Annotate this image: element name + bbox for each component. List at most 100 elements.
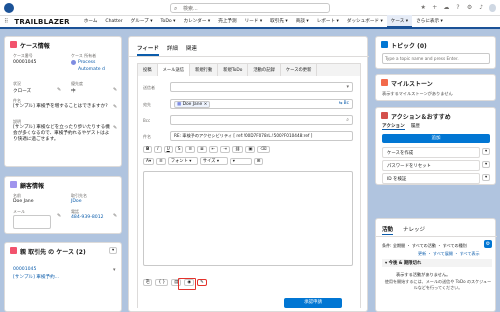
rte-font-row: A▾ ≡ フォント ▾ サイズ ▾ ▾ ⊞ (143, 157, 264, 165)
nav-item-chatter[interactable]: Chatter (101, 15, 126, 28)
tab-actions[interactable]: アクション (382, 123, 405, 130)
signature-pen-icon[interactable]: ✎ (197, 279, 207, 286)
app-launcher-icon[interactable]: ⠿ (4, 18, 8, 25)
case-owner-link[interactable]: Process Automate d (78, 59, 108, 73)
topics-card: トピック (0) Type a topic name and press Ent… (375, 36, 496, 69)
nav-item-opportunities[interactable]: 商談 ▾ (292, 15, 313, 28)
tab-related[interactable]: 関連 (186, 44, 197, 56)
nav-item-forecast[interactable]: 売上予測 (214, 15, 240, 28)
topic-input[interactable]: Type a topic name and press Enter. (382, 53, 490, 64)
to-recipient-pill[interactable]: ■ Doe Jane × (174, 100, 211, 108)
edit-description-icon[interactable]: ✎ (113, 125, 117, 131)
email-composer: 送信者 ▾ 宛先 ■ Doe Jane × ⇆ Bc Bcc ⌕ 件名 RE: … (138, 76, 360, 308)
image-icon[interactable]: ▣ (245, 146, 256, 153)
subject-label: 件名 (143, 134, 151, 139)
add-button[interactable]: 追加 (382, 134, 490, 143)
contact-icon: ■ (177, 101, 182, 107)
nav-item-leads[interactable]: リード ▾ (241, 15, 267, 28)
edit-phone-icon[interactable]: ✎ (113, 213, 117, 219)
action-create-case[interactable]: ケースを作成 (382, 147, 480, 158)
bold-icon[interactable]: B (143, 146, 153, 153)
tab-details[interactable]: 詳細 (167, 44, 178, 56)
link-icon[interactable]: ⛓ (231, 146, 244, 153)
help-icon[interactable]: ? (455, 4, 462, 12)
milestones-card: マイルストーン 表示するマイルストーンがありません (375, 74, 496, 101)
case-number-value: 00001045 (13, 60, 37, 65)
action-create-case-menu[interactable]: ▾ (482, 148, 491, 155)
filter-icon[interactable]: ⚙ (484, 240, 492, 248)
attach-icon[interactable]: ⎘ (143, 279, 153, 286)
nav-item-reports[interactable]: レポート ▾ (313, 15, 343, 28)
size-select[interactable]: サイズ ▾ (199, 157, 228, 165)
bell-icon[interactable]: ♪ (478, 4, 485, 12)
action-verify-id[interactable]: ID を検証 (382, 173, 480, 184)
activity-divider (376, 236, 497, 237)
to-field[interactable]: ■ Doe Jane × ⇆ Bc (170, 99, 353, 109)
header-utility-icons: ★ + ☁ ? ⚙ ♪ (420, 3, 496, 13)
email-field[interactable] (13, 215, 51, 229)
record-tabs: フィード 詳細 関連 (137, 44, 197, 56)
bcc-label: Bcc (143, 118, 151, 123)
from-select[interactable]: ▾ (170, 82, 353, 92)
nav-item-accounts[interactable]: 取引先 ▾ (266, 15, 292, 28)
font-select[interactable]: フォント ▾ (167, 157, 198, 165)
gear-icon[interactable]: ⚙ (466, 4, 473, 12)
nav-item-todo[interactable]: ToDo ▾ (157, 15, 180, 28)
email-body-editor[interactable] (143, 171, 353, 266)
italic-icon[interactable]: I (154, 146, 162, 153)
add-icon[interactable]: + (432, 4, 439, 12)
indent-icon[interactable]: ⇥ (220, 146, 230, 153)
row-action-icon[interactable]: ▾ (113, 267, 116, 273)
avatar[interactable] (489, 4, 496, 12)
nav-item-more[interactable]: さらに表示 ▾ (412, 15, 447, 28)
upcoming-section[interactable]: ▾ 今後 & 期限切れ (382, 259, 492, 267)
send-button[interactable]: 承認申請 (284, 298, 342, 308)
merge-field-icon[interactable]: { } (155, 279, 169, 286)
related-cases-menu[interactable]: ▾ (109, 247, 118, 254)
related-case-number[interactable]: 00001045 (13, 267, 36, 272)
app-logo[interactable] (4, 3, 14, 13)
font-color-icon[interactable]: A▾ (143, 157, 155, 165)
action-reset-password[interactable]: パスワードをリセット (382, 160, 480, 171)
action-verify-id-menu[interactable]: ▾ (482, 174, 491, 181)
favorites-icon[interactable]: ★ (420, 4, 427, 12)
align-left-icon[interactable]: ≡ (156, 157, 166, 165)
tab-history[interactable]: 履歴 (411, 123, 420, 130)
trailhead-icon[interactable]: ☁ (443, 4, 450, 12)
phone-link[interactable]: 484-939-8012 (71, 215, 104, 220)
edit-priority-icon[interactable]: ✎ (113, 87, 117, 93)
nav-item-home[interactable]: ホーム (80, 15, 102, 28)
chevron-down-icon: ▾ (346, 84, 349, 90)
action-reset-password-menu[interactable]: ▾ (482, 161, 491, 168)
activity-filter: 条件: 全期間 ・ すべての活動 ・ すべての種別 (382, 243, 467, 248)
related-case-subject[interactable]: [サンプル] 車検予約... (13, 274, 59, 280)
nav-item-groups[interactable]: グループ ▾ (127, 15, 157, 28)
strikethrough-icon[interactable]: S (174, 146, 184, 153)
style-select[interactable]: ▾ (229, 157, 252, 165)
nav-item-dashboards[interactable]: ダッシュボード ▾ (343, 15, 387, 28)
contact-link[interactable]: JDoe (71, 199, 82, 204)
nav-item-calendar[interactable]: カレンダー ▾ (179, 15, 214, 28)
edit-status-icon[interactable]: ✎ (57, 87, 61, 93)
cc-bcc-link[interactable]: ⇆ Bc (339, 101, 349, 106)
search-placeholder: 検索... (183, 6, 198, 12)
nav-item-cases[interactable]: ケース ▾ (386, 15, 413, 28)
tab-activity[interactable]: 活動 (382, 225, 394, 235)
tab-feed[interactable]: フィード (137, 44, 159, 56)
bullet-list-icon[interactable]: ≡ (185, 146, 196, 153)
activity-links[interactable]: 更新 ・ すべて展開 ・ すべて表示 (418, 251, 480, 257)
table-icon[interactable]: ⊞ (253, 157, 264, 165)
clear-format-icon[interactable]: ⌫ (257, 146, 270, 153)
numbered-list-icon[interactable]: ≣ (197, 146, 207, 153)
tabs-divider (129, 56, 369, 57)
edit-email-icon[interactable]: ✎ (57, 213, 61, 219)
underline-icon[interactable]: U (163, 146, 173, 153)
global-search-input[interactable]: ⌕ 検索... (170, 3, 330, 13)
edit-subject-icon[interactable]: ✎ (113, 104, 117, 110)
case-icon (10, 41, 17, 48)
subject-field[interactable]: RE: 車検予のアクセシビリティ [ ref:!00D7F078rL.!500?… (170, 131, 353, 141)
bcc-field[interactable]: ⌕ (170, 115, 353, 125)
tab-knowledge[interactable]: ナレッジ (403, 225, 425, 235)
outdent-icon[interactable]: ⇤ (208, 146, 219, 153)
publisher: 投稿 メール送信 新規行動 新規ToDo 活動の記録 ケースの更新 送信者 ▾ … (137, 63, 361, 308)
